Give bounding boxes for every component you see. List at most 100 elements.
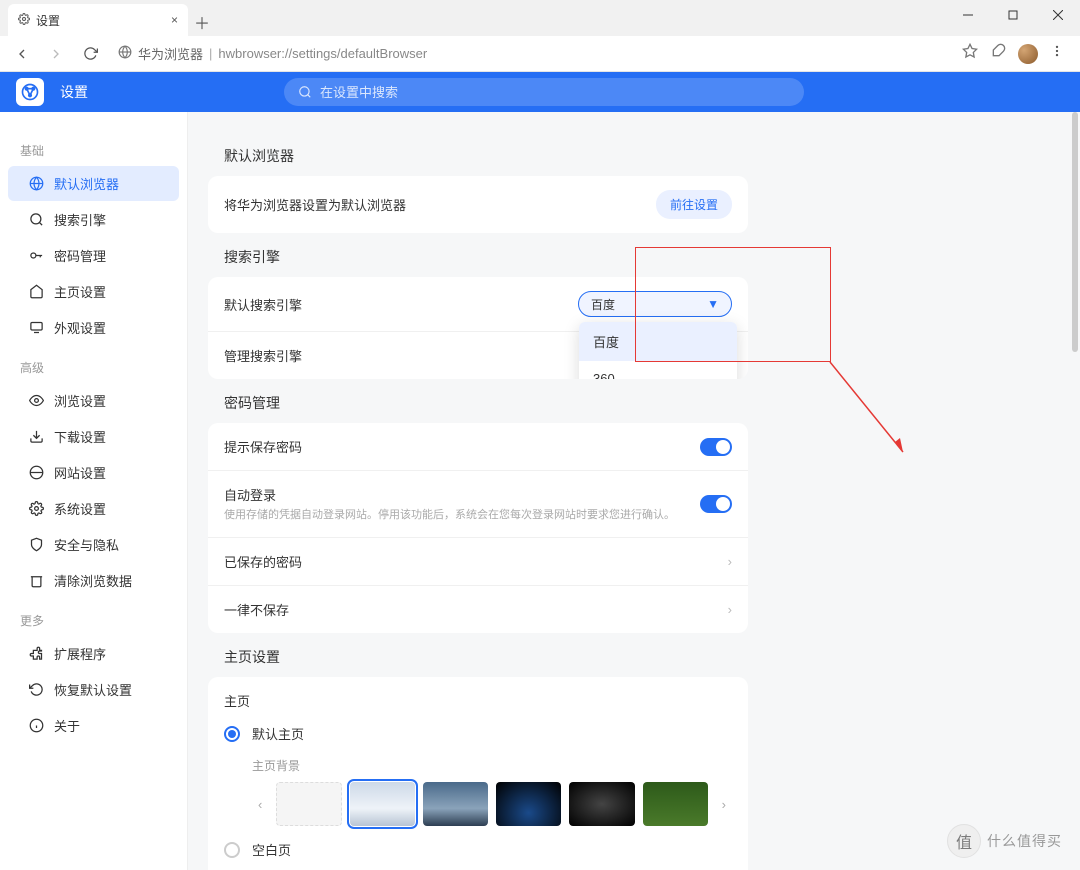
sidebar-item-system[interactable]: 系统设置 [8,491,179,526]
sidebar-section-more: 更多 [0,606,187,635]
address-bar: 华为浏览器 | hwbrowser://settings/defaultBrow… [0,36,1080,72]
restore-icon [28,682,44,698]
homepage-sub: 主页 [224,691,250,710]
card-password: 提示保存密码 自动登录 使用存储的凭据自动登录网站。停用该功能后，系统会在您每次… [208,423,748,633]
tab-title: 设置 [36,12,60,29]
auto-login-label: 自动登录 [224,485,700,504]
app-logo [16,78,44,106]
shield-icon [28,537,44,553]
prompt-save-toggle[interactable] [700,438,732,456]
sidebar-section-basic: 基础 [0,136,187,165]
sidebar-section-advanced: 高级 [0,353,187,382]
watermark: 值 什么值得买 [947,824,1062,858]
thumb-bg-2[interactable] [423,782,488,826]
dropdown-option-baidu[interactable]: 百度 [579,322,737,361]
app-header: 设置 [0,72,1080,112]
new-tab-button[interactable]: ＋ [188,8,216,36]
site-label: 华为浏览器 [138,44,203,63]
sidebar-item-clear[interactable]: 清除浏览数据 [8,563,179,598]
profile-avatar[interactable] [1018,44,1038,64]
auto-login-toggle[interactable] [700,495,732,513]
site-info-icon[interactable] [118,45,132,62]
section-title-search: 搜索引擎 [224,247,748,267]
eye-icon [28,393,44,409]
selected-search-engine: 百度 [591,296,615,313]
saved-passwords-row[interactable]: 已保存的密码 › [208,537,748,585]
sidebar-item-site[interactable]: 网站设置 [8,455,179,490]
chevron-right-icon: › [728,554,732,569]
default-search-label: 默认搜索引擎 [224,295,578,314]
sidebar-item-appearance[interactable]: 外观设置 [8,310,179,345]
thumb-blank[interactable] [276,782,341,826]
sidebar-item-about[interactable]: 关于 [8,708,179,743]
prompt-save-label: 提示保存密码 [224,437,700,456]
radio-default-homepage[interactable] [224,726,240,742]
radio-blank-page[interactable] [224,842,240,858]
search-engine-dropdown: 百度 360 [579,322,737,379]
home-icon [28,284,44,300]
sidebar-item-download[interactable]: 下载设置 [8,419,179,454]
download-icon [28,429,44,445]
section-title-password: 密码管理 [224,393,748,413]
sidebar-item-extensions[interactable]: 扩展程序 [8,636,179,671]
section-title-homepage: 主页设置 [224,647,748,667]
sidebar-item-restore[interactable]: 恢复默认设置 [8,672,179,707]
content-area[interactable]: 默认浏览器 将华为浏览器设置为默认浏览器 前往设置 搜索引擎 默认搜索引擎 百度… [188,112,1080,870]
extensions-icon[interactable] [990,43,1006,64]
info-icon [28,718,44,734]
forward-button[interactable] [42,40,70,68]
thumb-bg-1[interactable] [350,782,415,826]
thumb-next-button[interactable]: › [716,795,732,813]
key-icon [28,248,44,264]
window-controls [945,0,1080,30]
reload-button[interactable] [76,40,104,68]
settings-search[interactable] [284,78,804,106]
sidebar-item-browse[interactable]: 浏览设置 [8,383,179,418]
homepage-thumbnails: ‹ › [252,782,732,826]
sidebar-item-default-browser[interactable]: 默认浏览器 [8,166,179,201]
maximize-button[interactable] [990,0,1035,30]
sidebar-item-homepage[interactable]: 主页设置 [8,274,179,309]
sidebar-item-search[interactable]: 搜索引擎 [8,202,179,237]
sidebar: 基础 默认浏览器 搜索引擎 密码管理 主页设置 外观设置 高级 浏览设置 下载设… [0,112,188,870]
menu-icon[interactable] [1050,44,1064,63]
tab-close-icon[interactable]: × [171,13,178,27]
app-title: 设置 [60,82,88,102]
thumb-bg-5[interactable] [643,782,708,826]
thumb-bg-3[interactable] [496,782,561,826]
search-engine-select[interactable]: 百度 ▼ 百度 360 [578,291,732,317]
card-homepage: 主页 默认主页 主页背景 ‹ [208,677,748,870]
browser-tab[interactable]: 设置 × [8,4,188,36]
default-browser-label: 将华为浏览器设置为默认浏览器 [224,195,656,214]
scrollbar[interactable] [1072,112,1078,352]
search-icon [28,212,44,228]
address-input[interactable]: 华为浏览器 | hwbrowser://settings/defaultBrow… [110,40,956,68]
sidebar-item-security[interactable]: 安全与隐私 [8,527,179,562]
back-button[interactable] [8,40,36,68]
auto-login-desc: 使用存储的凭据自动登录网站。停用该功能后，系统会在您每次登录网站时要求您进行确认… [224,508,700,523]
chevron-right-icon: › [728,602,732,617]
minimize-button[interactable] [945,0,990,30]
search-icon [298,85,312,99]
thumb-bg-4[interactable] [569,782,634,826]
settings-search-input[interactable] [320,85,790,100]
trash-icon [28,573,44,589]
annotation-arrow [828,360,908,460]
url-text: hwbrowser://settings/defaultBrowser [218,46,427,61]
gear-icon [28,501,44,517]
tab-bar: 设置 × ＋ [0,0,1080,36]
watermark-icon: 值 [947,824,981,858]
sidebar-item-password[interactable]: 密码管理 [8,238,179,273]
card-default-browser: 将华为浏览器设置为默认浏览器 前往设置 [208,176,748,233]
section-title-default-browser: 默认浏览器 [224,146,748,166]
globe-icon [28,176,44,192]
close-button[interactable] [1035,0,1080,30]
go-to-settings-button[interactable]: 前往设置 [656,190,732,219]
homepage-bg-label: 主页背景 [252,757,732,774]
star-icon[interactable] [962,43,978,64]
gear-icon [18,13,30,28]
globe-icon [28,465,44,481]
thumb-prev-button[interactable]: ‹ [252,795,268,813]
never-save-row[interactable]: 一律不保存 › [208,585,748,633]
dropdown-option-360[interactable]: 360 [579,361,737,379]
